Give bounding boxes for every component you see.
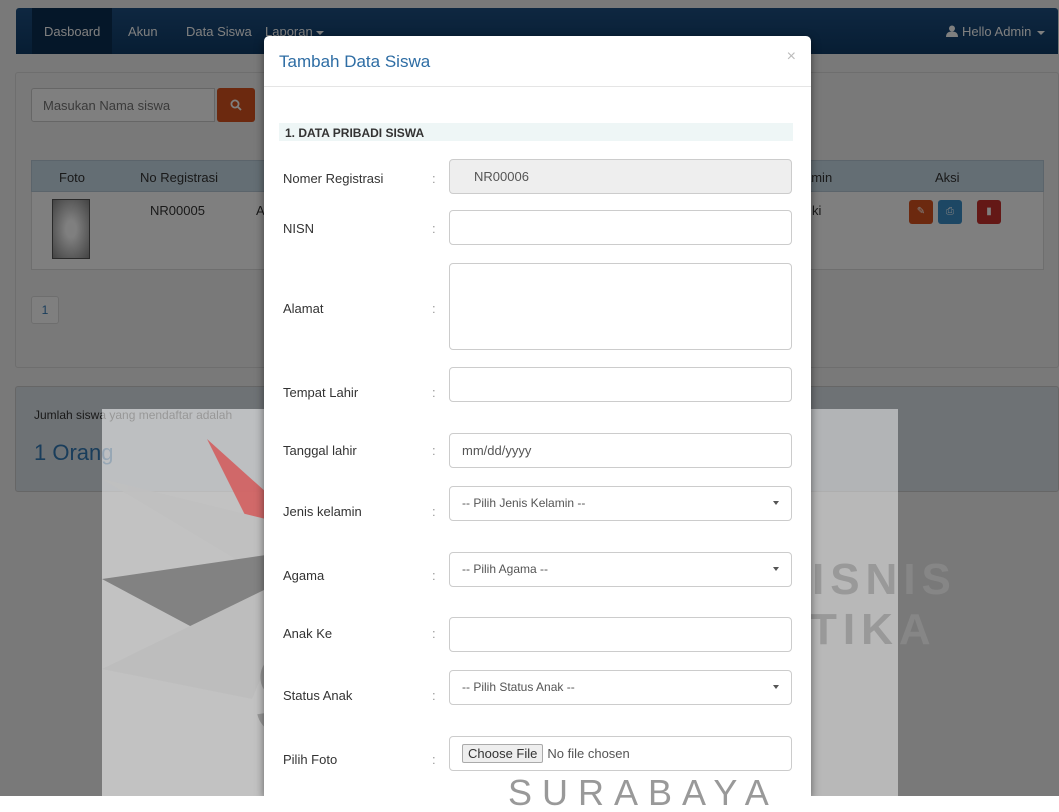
label-nisn: NISN [283, 221, 315, 236]
colon: : [432, 504, 436, 519]
jenis-kelamin-select[interactable]: -- Pilih Jenis Kelamin -- [449, 486, 792, 521]
watermark-line3: SURABAYA [508, 772, 779, 812]
label-tempat-lahir: Tempat Lahir [283, 385, 359, 400]
colon: : [432, 301, 436, 316]
add-student-modal: Tambah Data Siswa × 1. DATA PRIBADI SISW… [264, 36, 811, 796]
close-icon[interactable]: × [787, 48, 796, 66]
alamat-textarea[interactable] [449, 263, 792, 350]
colon: : [432, 626, 436, 641]
section-title: 1. DATA PRIBADI SISWA [279, 123, 793, 141]
label-pilih-foto: Pilih Foto [283, 752, 338, 767]
chevron-down-icon [773, 567, 779, 571]
colon: : [432, 171, 436, 186]
file-status: No file chosen [547, 746, 630, 761]
colon: : [432, 568, 436, 583]
agama-selected: -- Pilih Agama -- [462, 562, 549, 576]
colon: : [432, 385, 436, 400]
label-tanggal-lahir: Tanggal lahir [283, 443, 357, 458]
status-anak-selected: -- Pilih Status Anak -- [462, 680, 575, 694]
modal-title: Tambah Data Siswa [279, 52, 431, 71]
colon: : [432, 752, 436, 767]
tanggal-lahir-field[interactable]: mm/dd/yyyy [449, 433, 792, 468]
tempat-lahir-field[interactable] [449, 367, 792, 402]
nomer-registrasi-field[interactable]: NR00006 [449, 159, 792, 194]
agama-select[interactable]: -- Pilih Agama -- [449, 552, 792, 587]
modal-header: Tambah Data Siswa × [264, 36, 811, 87]
chevron-down-icon [773, 501, 779, 505]
colon: : [432, 221, 436, 236]
status-anak-select[interactable]: -- Pilih Status Anak -- [449, 670, 792, 705]
label-jenis-kelamin: Jenis kelamin [283, 504, 362, 519]
nisn-field[interactable] [449, 210, 792, 245]
chevron-down-icon [773, 685, 779, 689]
label-anak-ke: Anak Ke [283, 626, 333, 641]
anak-ke-field[interactable] [449, 617, 792, 652]
app-frame: Dasboard Akun Data Siswa Laporan Hello A… [0, 0, 1059, 796]
pilih-foto-field: Choose File No file chosen [449, 736, 792, 771]
label-status-anak: Status Anak [283, 688, 353, 703]
label-alamat: Alamat [283, 301, 324, 316]
label-agama: Agama [283, 568, 325, 583]
choose-file-button[interactable]: Choose File [462, 744, 544, 763]
label-nomer-registrasi: Nomer Registrasi [283, 171, 384, 186]
colon: : [432, 443, 436, 458]
colon: : [432, 688, 436, 703]
jenis-kelamin-selected: -- Pilih Jenis Kelamin -- [462, 496, 586, 510]
